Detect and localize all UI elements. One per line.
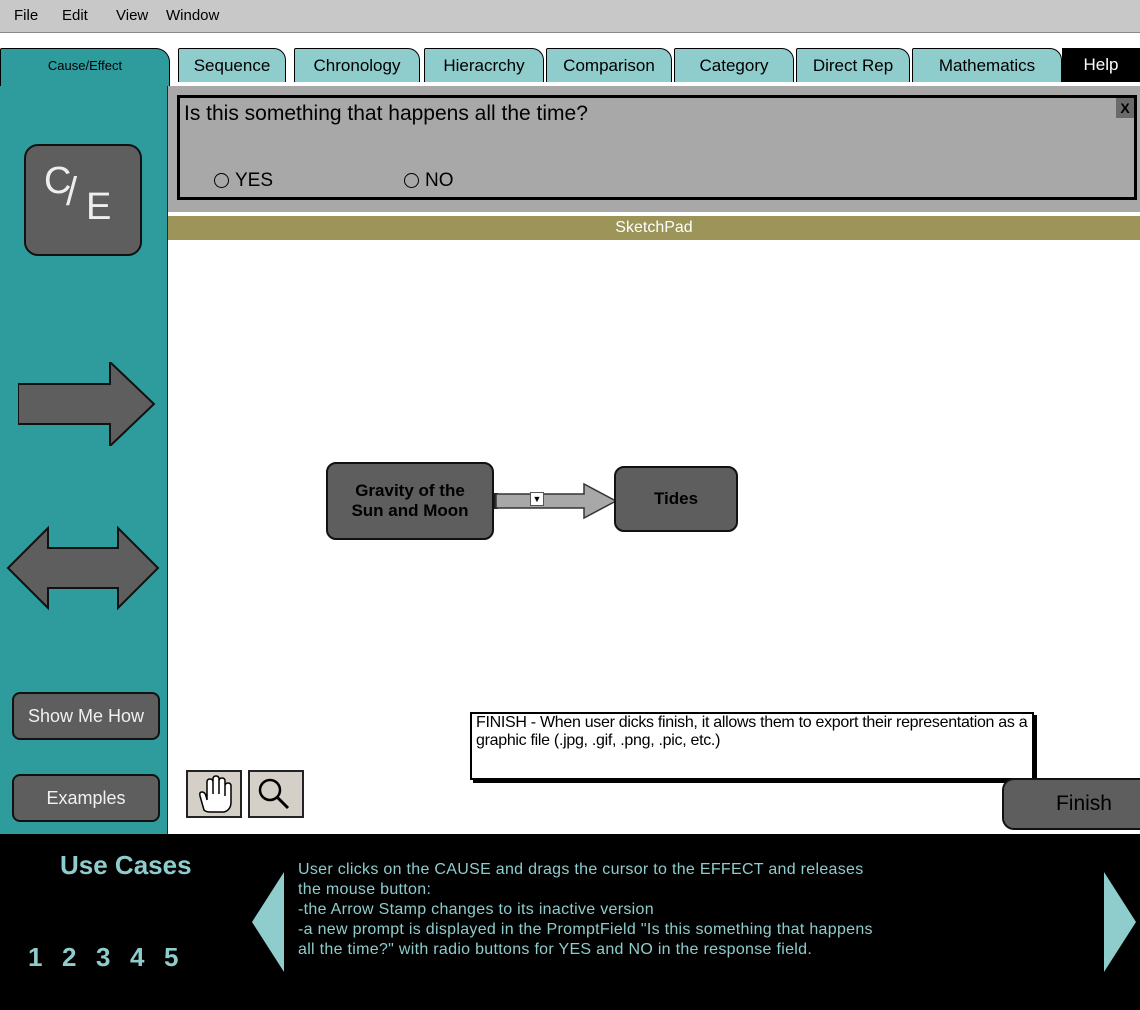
menu-file[interactable]: File [14,7,38,24]
cause-node[interactable]: Gravity of the Sun and Moon [326,462,494,540]
tab-chronology[interactable]: Chronology [294,48,420,82]
connector-dropdown-icon[interactable]: ▼ [530,492,544,506]
radio-yes[interactable]: YES [214,170,273,192]
finish-annotation-note: FINISH - When user dicks finish, it allo… [470,712,1034,780]
zoom-tool-button[interactable] [248,770,304,818]
left-arrow-icon[interactable] [250,872,286,972]
use-case-line: -the Arrow Stamp changes to its inactive… [298,901,654,918]
cause-effect-stamp-button[interactable]: C / E [24,144,142,256]
tab-category[interactable]: Category [674,48,794,82]
use-cases-panel: Use Cases 1 2 3 4 5 User clicks on the C… [0,834,1140,1010]
use-case-3[interactable]: 3 [96,942,110,973]
radio-yes-circle[interactable] [214,173,229,188]
radio-no-circle[interactable] [404,173,419,188]
right-arrow-icon[interactable] [1102,872,1138,972]
finish-button[interactable]: Finish [1002,778,1140,830]
use-cases-title: Use Cases [60,850,192,880]
menu-view[interactable]: View [116,7,148,24]
prompt-field: Is this something that happens all the t… [177,95,1137,200]
prompt-area: Is this something that happens all the t… [168,86,1140,212]
use-case-description: User clicks on the CAUSE and drags the c… [298,860,1078,960]
sketchpad-title: SketchPad [168,216,1140,240]
stamp-sidebar: C / E Show Me How Examples [0,86,168,834]
menu-window[interactable]: Window [166,7,219,24]
tab-direct-rep[interactable]: Direct Rep [796,48,910,82]
arrow-stamp-icon[interactable] [18,362,158,446]
radio-no[interactable]: NO [404,170,454,192]
menu-edit[interactable]: Edit [62,7,88,24]
double-arrow-stamp-icon[interactable] [6,526,160,610]
tab-hierarchy[interactable]: Hieracrchy [424,48,544,82]
use-case-line: -a new prompt is displayed in the Prompt… [298,921,873,938]
menu-bar: File Edit View Window [0,0,1140,33]
tab-comparison[interactable]: Comparison [546,48,672,82]
hand-icon [199,775,232,813]
hand-tool-button[interactable] [186,770,242,818]
effect-node[interactable]: Tides [614,466,738,532]
ce-letter-e: E [86,186,112,228]
cause-effect-connector[interactable] [492,478,618,524]
prompt-question: Is this something that happens all the t… [184,102,588,125]
use-case-5[interactable]: 5 [164,942,178,973]
use-case-line: User clicks on the CAUSE and drags the c… [298,861,864,878]
magnifier-icon [258,778,290,810]
use-case-2[interactable]: 2 [62,942,76,973]
tab-bar: Cause/Effect Sequence Chronology Hieracr… [0,38,1140,86]
tab-mathematics[interactable]: Mathematics [912,48,1062,82]
use-case-line: all the time?" with radio buttons for YE… [298,941,813,958]
close-icon[interactable]: X [1116,98,1134,118]
examples-button[interactable]: Examples [12,774,160,822]
use-case-1[interactable]: 1 [28,942,42,973]
ce-slash: / [66,170,78,214]
radio-no-label: NO [425,170,454,191]
show-me-how-button[interactable]: Show Me How [12,692,160,740]
use-case-4[interactable]: 4 [130,942,144,973]
tab-sequence[interactable]: Sequence [178,48,286,82]
radio-yes-label: YES [235,170,274,191]
help-tab[interactable]: Help [1062,48,1140,82]
tab-cause-effect[interactable]: Cause/Effect [0,48,170,86]
use-case-line: the mouse button: [298,881,432,898]
